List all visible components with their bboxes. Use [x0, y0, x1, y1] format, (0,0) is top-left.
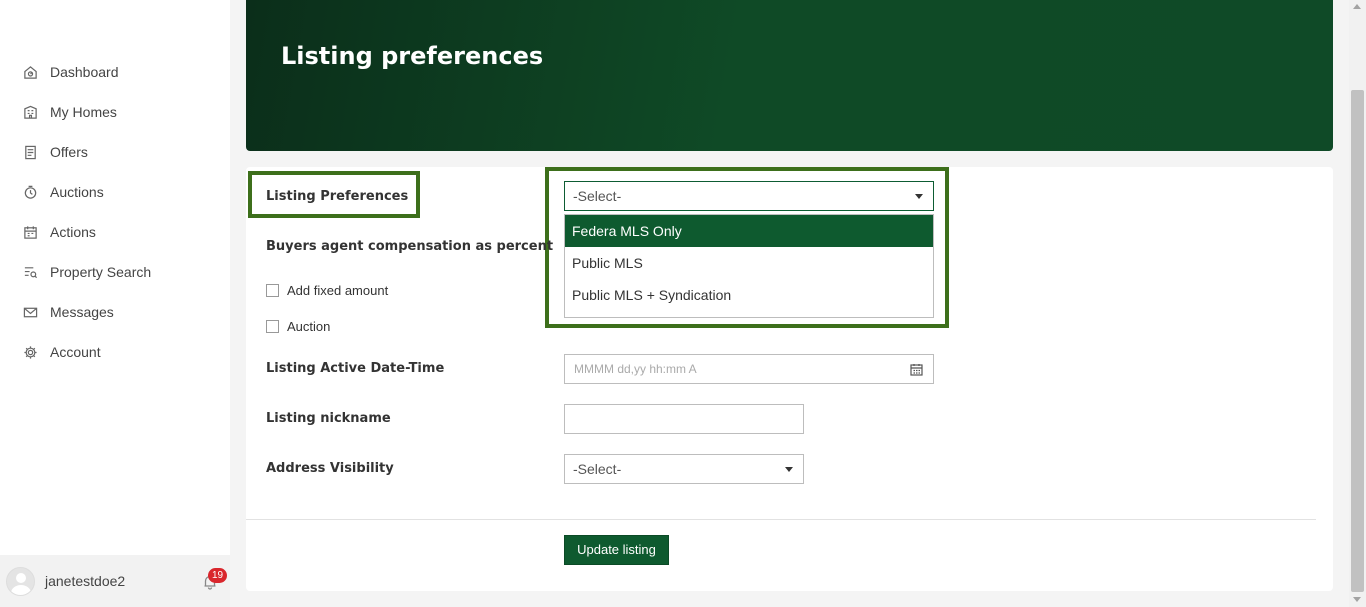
auction-checkbox[interactable]: [266, 320, 279, 333]
add-fixed-amount-label: Add fixed amount: [287, 283, 389, 298]
avatar[interactable]: [6, 566, 35, 596]
dropdown-option[interactable]: Public MLS + Syndication: [565, 279, 933, 311]
scroll-up-arrow-icon[interactable]: [1353, 4, 1361, 9]
sidebar-item-property-search[interactable]: Property Search: [0, 252, 230, 292]
page-header-banner: Listing preferences: [246, 0, 1333, 151]
username[interactable]: janetestdoe2: [45, 573, 125, 589]
dropdown-option[interactable]: Public MLS: [565, 247, 933, 279]
sidebar-item-messages[interactable]: Messages: [0, 292, 230, 332]
select-placeholder: -Select-: [573, 188, 622, 204]
add-fixed-amount-checkbox[interactable]: [266, 284, 279, 297]
listing-preferences-select[interactable]: -Select-: [564, 181, 934, 211]
listing-nickname-input[interactable]: [564, 404, 804, 434]
chevron-down-icon: [785, 467, 793, 472]
sidebar-item-label: Offers: [50, 144, 88, 160]
address-visibility-value: -Select-: [573, 461, 622, 477]
listing-nickname-label: Listing nickname: [266, 411, 391, 426]
sidebar-item-label: Account: [50, 344, 101, 360]
sidebar: Dashboard My Homes Offers Auctions Actio…: [0, 0, 230, 607]
sidebar-item-my-homes[interactable]: My Homes: [0, 92, 230, 132]
sidebar-item-label: Auctions: [50, 184, 104, 200]
add-fixed-amount-row: Add fixed amount: [266, 283, 388, 298]
scroll-down-arrow-icon[interactable]: [1353, 597, 1361, 602]
listing-active-datetime-input[interactable]: MMMM dd,yy hh:mm A: [564, 354, 934, 384]
listing-preferences-label: Listing Preferences: [266, 189, 409, 204]
sidebar-item-label: Messages: [50, 304, 114, 320]
auction-icon: [22, 184, 38, 200]
home-icon: [22, 104, 38, 120]
address-visibility-label: Address Visibility: [266, 461, 394, 476]
address-visibility-select[interactable]: -Select-: [564, 454, 804, 484]
sidebar-item-account[interactable]: Account: [0, 332, 230, 372]
listing-form-card: Listing Preferences -Select- Federa MLS …: [246, 167, 1333, 591]
sidebar-item-offers[interactable]: Offers: [0, 132, 230, 172]
sidebar-item-label: Dashboard: [50, 64, 119, 80]
sidebar-item-label: My Homes: [50, 104, 117, 120]
document-icon: [22, 144, 38, 160]
scrollbar-thumb[interactable]: [1351, 90, 1364, 592]
user-bar: janetestdoe2: [0, 555, 230, 607]
notification-badge: 19: [208, 568, 227, 583]
auction-row: Auction: [266, 319, 330, 334]
update-listing-button[interactable]: Update listing: [564, 535, 669, 565]
sidebar-nav: Dashboard My Homes Offers Auctions Actio…: [0, 52, 230, 372]
dashboard-icon: [22, 64, 38, 80]
calendar-icon[interactable]: [910, 363, 923, 376]
auction-label: Auction: [287, 319, 331, 334]
listing-preferences-dropdown: Federa MLS Only Public MLS Public MLS + …: [564, 214, 934, 318]
page-title: Listing preferences: [281, 42, 544, 70]
sidebar-item-dashboard[interactable]: Dashboard: [0, 52, 230, 92]
search-list-icon: [22, 264, 38, 280]
sidebar-item-label: Property Search: [50, 264, 152, 280]
sidebar-item-label: Actions: [50, 224, 96, 240]
calendar-icon: [22, 224, 38, 240]
sidebar-item-actions[interactable]: Actions: [0, 212, 230, 252]
chevron-down-icon: [915, 194, 923, 199]
listing-active-label: Listing Active Date-Time: [266, 361, 445, 376]
buyers-agent-label: Buyers agent compensation as percent: [266, 239, 554, 254]
gear-icon: [22, 344, 38, 360]
divider: [246, 519, 1316, 520]
mail-icon: [22, 304, 38, 320]
datetime-placeholder: MMMM dd,yy hh:mm A: [574, 362, 697, 376]
dropdown-option[interactable]: Federa MLS Only: [565, 215, 933, 247]
sidebar-item-auctions[interactable]: Auctions: [0, 172, 230, 212]
